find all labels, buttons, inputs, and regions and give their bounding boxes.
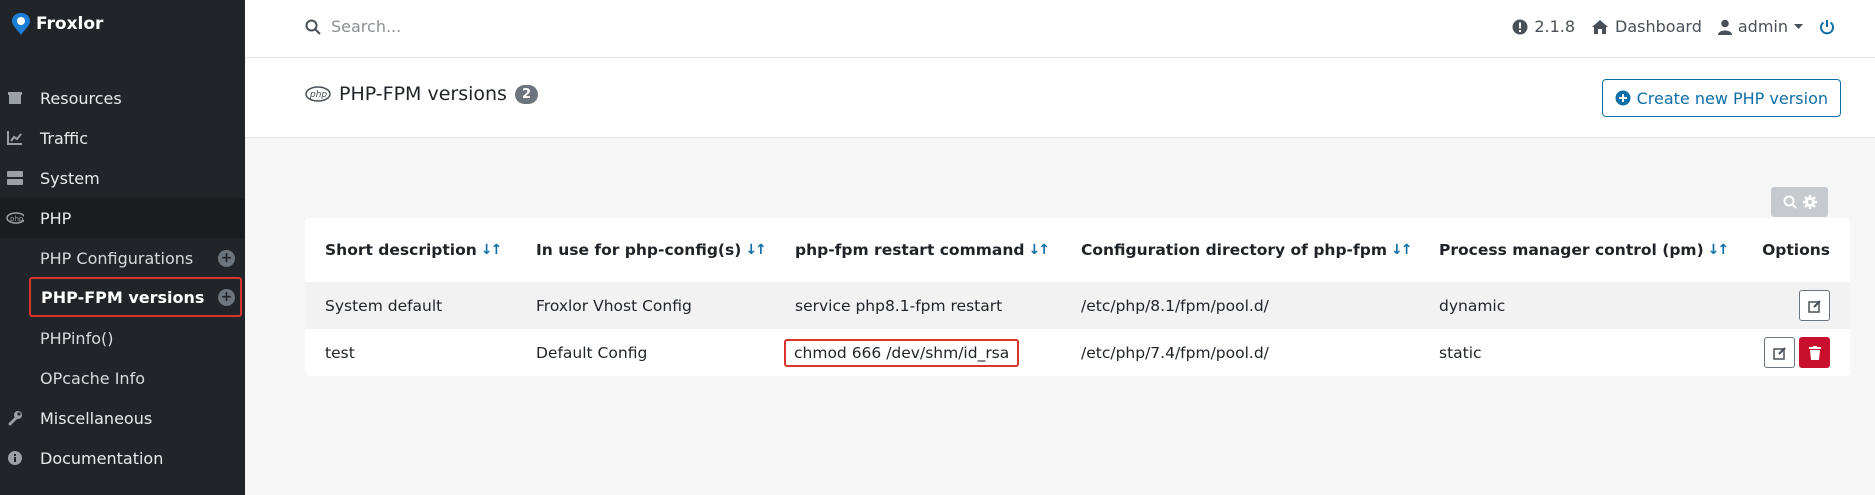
- edit-icon: [1807, 299, 1821, 313]
- user-menu[interactable]: admin: [1717, 17, 1803, 36]
- user-name: admin: [1737, 17, 1788, 36]
- table-row: System default Froxlor Vhost Config serv…: [305, 282, 1850, 329]
- dashboard-label: Dashboard: [1615, 17, 1702, 36]
- svg-text:php: php: [10, 215, 24, 223]
- brand-logo[interactable]: Froxlor: [10, 12, 103, 36]
- sidebar-item-system[interactable]: System: [0, 158, 245, 198]
- sidebar-item-label: PHP: [40, 208, 72, 228]
- table-header-row: Short description ↓↑ In use for php-confi…: [305, 218, 1850, 282]
- php-icon: php: [6, 209, 24, 227]
- column-label: Process manager control (pm): [1439, 241, 1704, 259]
- highlighted-restart-command: chmod 666 /dev/shm/id_rsa: [784, 338, 1020, 367]
- php-fpm-table: Short description ↓↑ In use for php-confi…: [305, 218, 1850, 376]
- cell-restart-command: service php8.1-fpm restart: [795, 296, 1003, 315]
- add-icon[interactable]: +: [218, 288, 235, 306]
- column-header[interactable]: Short description ↓↑: [325, 218, 503, 282]
- chevron-down-icon: [1794, 23, 1803, 29]
- sidebar-item-resources[interactable]: Resources: [0, 78, 245, 118]
- gear-icon[interactable]: [1802, 195, 1817, 209]
- sidebar-item-label: System: [40, 168, 100, 188]
- sidebar-item-documentation[interactable]: Documentation: [0, 438, 245, 478]
- sidebar-item-label: PHP-FPM versions: [41, 287, 205, 307]
- column-header[interactable]: Configuration directory of php-fpm ↓↑: [1081, 218, 1413, 282]
- trash-icon: [1808, 345, 1821, 360]
- info-icon: [6, 449, 24, 467]
- sidebar-item-label: Resources: [40, 88, 122, 108]
- count-badge: 2: [514, 84, 538, 104]
- sidebar-subitem-php-configurations[interactable]: PHP Configurations +: [0, 238, 245, 278]
- sort-icon[interactable]: ↓↑: [481, 242, 503, 258]
- sidebar-subitem-php-fpm-versions[interactable]: PHP-FPM versions +: [29, 277, 242, 317]
- cell-description: test: [325, 343, 355, 362]
- version-text: 2.1.8: [1534, 17, 1576, 36]
- column-label: In use for php-config(s): [536, 241, 742, 259]
- search-input[interactable]: Search...: [305, 17, 401, 36]
- user-icon: [1717, 19, 1732, 35]
- table-row: test Default Config chmod 666 /dev/shm/i…: [305, 329, 1850, 376]
- search-icon[interactable]: [1783, 195, 1797, 209]
- cell-description: System default: [325, 296, 443, 315]
- wrench-icon: [6, 409, 24, 427]
- create-label: Create new PHP version: [1636, 88, 1828, 108]
- brand-name: Froxlor: [36, 14, 104, 34]
- create-php-version-button[interactable]: Create new PHP version: [1601, 79, 1841, 117]
- sidebar-item-label: Traffic: [40, 128, 89, 148]
- sidebar-item-label: PHPinfo(): [40, 328, 114, 348]
- cell-restart-command: chmod 666 /dev/shm/id_rsa: [784, 329, 1020, 376]
- topbar: Search... 2.1.8 Dashboard admin: [245, 0, 1875, 58]
- sidebar-item-miscellaneous[interactable]: Miscellaneous: [0, 398, 245, 438]
- sort-icon[interactable]: ↓↑: [1708, 242, 1730, 258]
- sort-icon[interactable]: ↓↑: [1391, 242, 1413, 258]
- box-icon: [6, 89, 24, 107]
- sidebar-subitem-opcache-info[interactable]: OPcache Info: [0, 358, 245, 398]
- version-indicator[interactable]: 2.1.8: [1512, 17, 1575, 36]
- sort-icon[interactable]: ↓↑: [1028, 242, 1050, 258]
- sidebar-item-label: PHP Configurations: [40, 248, 194, 268]
- cell-config-dir: /etc/php/7.4/fpm/pool.d/: [1081, 343, 1269, 362]
- sidebar-item-label: OPcache Info: [40, 368, 145, 388]
- search-icon: [305, 19, 321, 35]
- cell-config-dir: /etc/php/8.1/fpm/pool.d/: [1081, 296, 1269, 315]
- page-header: php PHP-FPM versions 2 Create new PHP ve…: [245, 58, 1875, 138]
- edit-button[interactable]: [1799, 290, 1830, 321]
- cell-options: [1764, 329, 1830, 376]
- sidebar: Froxlor Resources Traffic System php PHP…: [0, 0, 245, 495]
- delete-button[interactable]: [1799, 337, 1830, 368]
- table-tools[interactable]: [1771, 187, 1828, 217]
- add-icon[interactable]: +: [218, 249, 235, 267]
- home-icon: [1592, 19, 1609, 34]
- chart-icon: [6, 129, 24, 147]
- sidebar-item-label: Documentation: [40, 448, 164, 468]
- cell-options: [1799, 282, 1830, 329]
- sidebar-item-traffic[interactable]: Traffic: [0, 118, 245, 158]
- sidebar-item-label: Miscellaneous: [40, 408, 153, 428]
- sidebar-subitem-phpinfo[interactable]: PHPinfo(): [0, 318, 245, 358]
- column-label: php-fpm restart command: [795, 241, 1025, 259]
- cell-pm: dynamic: [1439, 296, 1506, 315]
- column-header[interactable]: In use for php-config(s) ↓↑: [536, 218, 767, 282]
- page-title-text: PHP-FPM versions: [339, 83, 507, 105]
- cell-pm: static: [1439, 343, 1482, 362]
- froxlor-logo-icon: [12, 13, 30, 35]
- column-header[interactable]: php-fpm restart command ↓↑: [795, 218, 1050, 282]
- sidebar-item-php[interactable]: php PHP: [0, 198, 245, 238]
- edit-button[interactable]: [1764, 337, 1795, 368]
- sort-icon[interactable]: ↓↑: [745, 242, 767, 258]
- logout-icon[interactable]: [1819, 19, 1835, 35]
- column-header[interactable]: Process manager control (pm) ↓↑: [1439, 218, 1730, 282]
- alert-icon: [1512, 19, 1528, 34]
- edit-icon: [1772, 346, 1786, 360]
- page-title: php PHP-FPM versions 2: [305, 83, 538, 105]
- cell-config: Default Config: [536, 343, 648, 362]
- column-label: Configuration directory of php-fpm: [1081, 241, 1387, 259]
- plus-circle-icon: [1615, 90, 1631, 106]
- cell-config: Froxlor Vhost Config: [536, 296, 692, 315]
- svg-text:php: php: [309, 90, 327, 100]
- server-icon: [6, 169, 24, 187]
- search-placeholder: Search...: [331, 17, 402, 36]
- dashboard-link[interactable]: Dashboard: [1591, 17, 1702, 36]
- column-label: Short description: [325, 241, 477, 259]
- php-icon: php: [305, 86, 331, 102]
- column-header-options: Options: [1762, 241, 1830, 259]
